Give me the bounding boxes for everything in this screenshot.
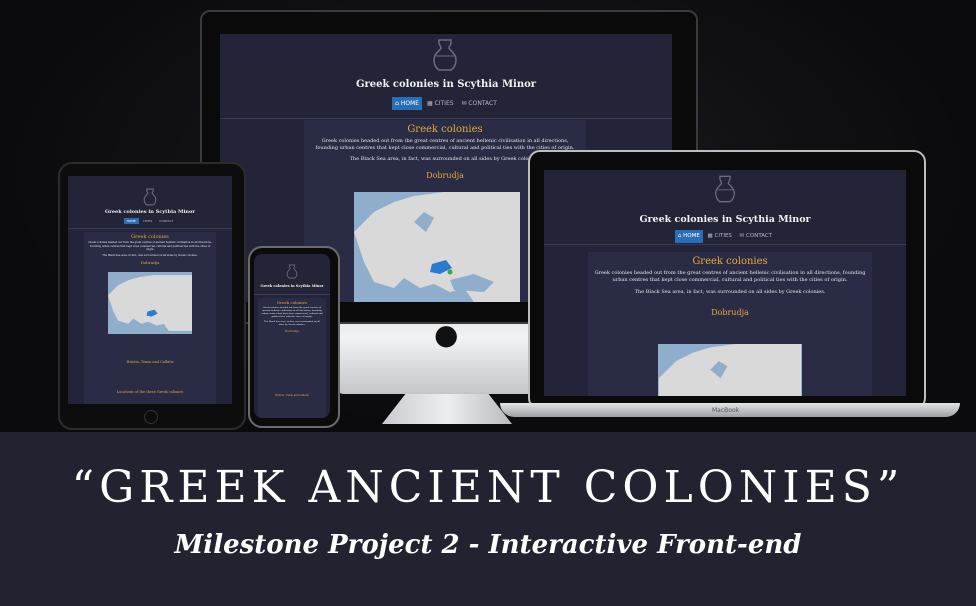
europe-map[interactable]	[658, 344, 802, 396]
locations-heading: Locations of the three Greek colonies	[116, 390, 184, 394]
site-nav: ⌂ HOME ▦ CITIES ✉ CONTACT	[220, 97, 672, 110]
content-panel: Greek colonies Greek colonies headed out…	[84, 232, 216, 404]
title-banner	[0, 432, 976, 606]
section-heading: Greek colonies	[407, 124, 483, 135]
site-title: Greek colonies in Scythia Minor	[104, 209, 196, 215]
macbook-label: MacBook	[712, 407, 740, 414]
ipad-screen: Greek colonies in Scythia Minor HOME CIT…	[68, 176, 232, 404]
intro-paragraph: Greek colonies headed out from the great…	[88, 241, 212, 251]
site-nav: HOME CITIES CONTACT	[68, 218, 232, 224]
iphone-device: Greek colonies in Scythia Minor Greek co…	[248, 246, 340, 428]
section-heading: Greek colonies	[692, 256, 768, 267]
intro-paragraph: Greek colonies headed out from the great…	[261, 306, 323, 318]
amphora-logo-icon	[286, 264, 298, 279]
site-title: Greek colonies in Scythia Minor	[355, 79, 537, 90]
europe-map-shape	[658, 344, 802, 396]
macbook-device: Greek colonies in Scythia Minor ⌂ HOME ▦…	[528, 150, 926, 410]
map-heading: Dobrudja	[284, 329, 300, 333]
nav-cities[interactable]: CITIES	[140, 218, 156, 224]
blacksea-paragraph: The Black Sea area, in fact, was surroun…	[102, 253, 198, 257]
europe-map[interactable]	[108, 272, 192, 334]
map-heading: Dobrudja	[711, 308, 749, 317]
colonies-heading: Histria, Tomis and Callatis	[126, 360, 174, 364]
nav-home[interactable]: ⌂ HOME	[392, 97, 423, 110]
amphora-logo-icon	[433, 39, 457, 71]
ipad-home-button	[144, 410, 158, 424]
project-subtitle: Milestone Project 2 - Interactive Front-…	[174, 530, 802, 560]
iphone-screen: Greek colonies in Scythia Minor Greek co…	[254, 254, 330, 418]
content-panel: Greek colonies Greek colonies headed out…	[258, 298, 326, 418]
site-nav: ⌂ HOME ▦ CITIES ✉ CONTACT	[544, 230, 906, 243]
colonies-heading: Histria, Tomis and Callatis	[275, 394, 309, 397]
amphora-logo-icon	[715, 175, 735, 203]
device-mockup-stage: ● Greek colonies in Scythia Minor ⌂ HOME…	[0, 0, 976, 432]
intro-paragraph: Greek colonies headed out from the great…	[594, 270, 866, 283]
europe-map-shape	[108, 275, 192, 331]
nav-cities[interactable]: ▦ CITIES	[705, 230, 735, 243]
nav-home[interactable]: HOME	[123, 218, 139, 224]
amphora-logo-icon	[143, 188, 157, 206]
ipad-device: Greek colonies in Scythia Minor HOME CIT…	[58, 162, 246, 430]
nav-contact[interactable]: CONTACT	[156, 218, 176, 224]
nav-contact[interactable]: ✉ CONTACT	[458, 97, 499, 110]
map-heading: Dobrudja	[140, 260, 160, 265]
europe-map[interactable]	[354, 192, 520, 302]
macbook-screen: Greek colonies in Scythia Minor ⌂ HOME ▦…	[544, 170, 906, 396]
site-title: Greek colonies in Scythia Minor	[639, 214, 811, 225]
blacksea-paragraph: The Black Sea area, in fact, was surroun…	[264, 320, 320, 326]
nav-contact[interactable]: ✉ CONTACT	[737, 230, 775, 243]
imac-stand	[382, 394, 512, 424]
nav-cities[interactable]: ▦ CITIES	[424, 97, 457, 110]
project-headline: “GREEK ANCIENT COLONIES”	[71, 462, 905, 513]
europe-map-shape	[354, 192, 520, 302]
site-title: Greek colonies in Scythia Minor	[260, 284, 324, 288]
nav-home[interactable]: ⌂ HOME	[674, 230, 703, 243]
content-panel: Greek colonies Greek colonies headed out…	[588, 252, 872, 396]
blacksea-paragraph: The Black Sea area, in fact, was surroun…	[634, 289, 826, 295]
